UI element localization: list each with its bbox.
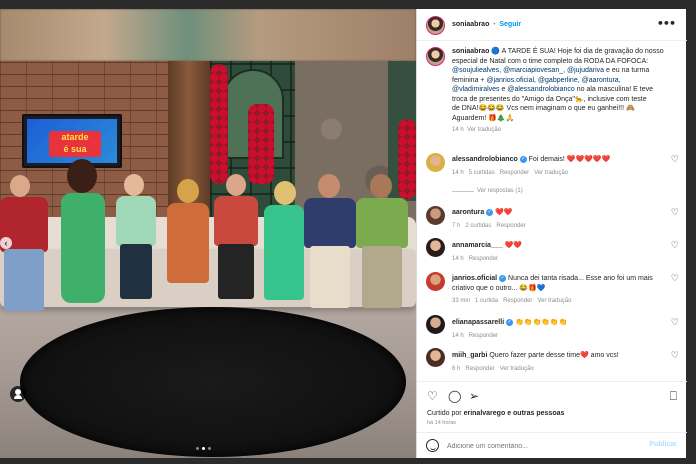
comment-avatar[interactable] xyxy=(426,348,445,367)
heart-icon[interactable]: ♡ xyxy=(671,318,679,328)
reply-button[interactable]: Responder xyxy=(496,223,525,229)
reply-button[interactable]: Responder xyxy=(469,256,498,262)
post-actions: ♡ ◯ ➢ ⎕ Curtido por erinalvarego e outra… xyxy=(417,381,687,431)
heart-icon[interactable]: ♡ xyxy=(671,208,679,218)
comments-scroll-area[interactable]: soniaabrao 🔵 A TARDE É SUA! Hoje foi dia… xyxy=(417,42,687,380)
publish-button[interactable]: Publicar xyxy=(649,441,677,448)
translate-link[interactable]: Ver tradução xyxy=(500,366,534,372)
heart-icon[interactable]: ♡ xyxy=(427,389,438,403)
reply-button[interactable]: Responder xyxy=(469,333,498,339)
poinsettia-garland-left xyxy=(210,64,228,184)
comment-avatar[interactable] xyxy=(426,153,445,172)
post-header: soniaabrao • Seguir ••• xyxy=(417,9,687,41)
person-7 xyxy=(300,174,360,319)
avatar[interactable] xyxy=(426,16,445,35)
poinsettia-tree xyxy=(248,104,274,184)
comment-bar: Publicar xyxy=(417,432,687,458)
person-2 xyxy=(55,159,115,319)
verified-badge-icon: ✓ xyxy=(499,274,507,282)
more-options-icon[interactable]: ••• xyxy=(657,17,676,30)
post-photo[interactable]: atarde é sua ‹ xyxy=(0,9,416,458)
heart-icon[interactable]: ♡ xyxy=(671,155,679,165)
likes-count[interactable]: 1 curtida xyxy=(475,298,498,304)
post-time: há 14 horas xyxy=(427,420,457,426)
comment-avatar[interactable] xyxy=(426,315,445,334)
comment-avatar[interactable] xyxy=(426,206,445,225)
tv-show-logo: atarde é sua xyxy=(49,131,101,157)
post-details-panel: soniaabrao • Seguir ••• soniaabrao 🔵 A T… xyxy=(416,9,687,458)
comment: elianapassarelli ✓ 👏👏👏👏👏👏 xyxy=(452,318,568,326)
person-5 xyxy=(212,174,260,309)
verified-badge-icon: ✓ xyxy=(506,318,514,326)
comment-avatar[interactable] xyxy=(426,272,445,291)
person-3 xyxy=(112,174,160,314)
reply-button[interactable]: Responder xyxy=(503,298,532,304)
comment: janrios.oficial ✓ Nunca dei tanta risada… xyxy=(452,274,653,292)
comment-icon[interactable]: ◯ xyxy=(448,389,461,403)
translate-link[interactable]: Ver tradução xyxy=(534,170,568,176)
post-author[interactable]: soniaabrao xyxy=(452,21,489,28)
comment-avatar[interactable] xyxy=(426,238,445,257)
bookmark-icon[interactable]: ⎕ xyxy=(670,389,677,404)
view-replies-button[interactable]: Ver respostas (1) xyxy=(477,188,523,194)
heart-icon[interactable]: ♡ xyxy=(671,241,679,251)
translate-link[interactable]: Ver tradução xyxy=(537,298,571,304)
person-8 xyxy=(352,174,412,319)
round-rug xyxy=(20,307,406,457)
carousel-dot xyxy=(196,447,199,450)
carousel-dots xyxy=(196,447,211,451)
chevron-left-icon[interactable]: ‹ xyxy=(0,237,12,249)
verified-badge-icon: ✓ xyxy=(486,208,494,216)
caption-text: soniaabrao 🔵 A TARDE É SUA! Hoje foi dia… xyxy=(452,48,664,122)
comment-input[interactable] xyxy=(447,439,637,453)
emoji-icon[interactable] xyxy=(426,439,439,452)
caption-avatar[interactable] xyxy=(426,47,445,66)
instagram-post-window: atarde é sua ‹ soniaabrao • Seguir ••• s… xyxy=(0,0,696,464)
caption-time: 14 h xyxy=(452,127,464,133)
translate-link[interactable]: Ver tradução xyxy=(467,127,501,133)
follow-button[interactable]: Seguir xyxy=(499,21,521,28)
user-tag-icon[interactable] xyxy=(10,386,26,402)
reply-button[interactable]: Responder xyxy=(465,366,494,372)
person-4 xyxy=(165,179,211,309)
heart-icon[interactable]: ♡ xyxy=(671,274,679,284)
carousel-dot-active xyxy=(202,447,205,450)
reply-button[interactable]: Responder xyxy=(500,170,529,176)
heart-icon[interactable]: ♡ xyxy=(671,351,679,361)
likes-count[interactable]: 5 curtidas xyxy=(469,170,495,176)
comment: aarontura ✓ ❤️❤️ xyxy=(452,208,513,216)
studio-backdrop xyxy=(0,9,416,61)
comment: alessandrolobianco ✓ Foi demais! ❤️❤️❤️❤… xyxy=(452,155,611,163)
likes-count[interactable]: 2 curtidas xyxy=(465,223,491,229)
verified-badge-icon: ✓ xyxy=(519,155,527,163)
comment: miih_garbi Quero fazer parte desse time❤… xyxy=(452,352,619,359)
comment: annamarcia___ ❤️❤️ xyxy=(452,242,522,249)
share-icon[interactable]: ➢ xyxy=(469,389,479,403)
liked-by: Curtido por erinalvarego e outras pessoa… xyxy=(427,410,565,417)
carousel-dot xyxy=(208,447,211,450)
